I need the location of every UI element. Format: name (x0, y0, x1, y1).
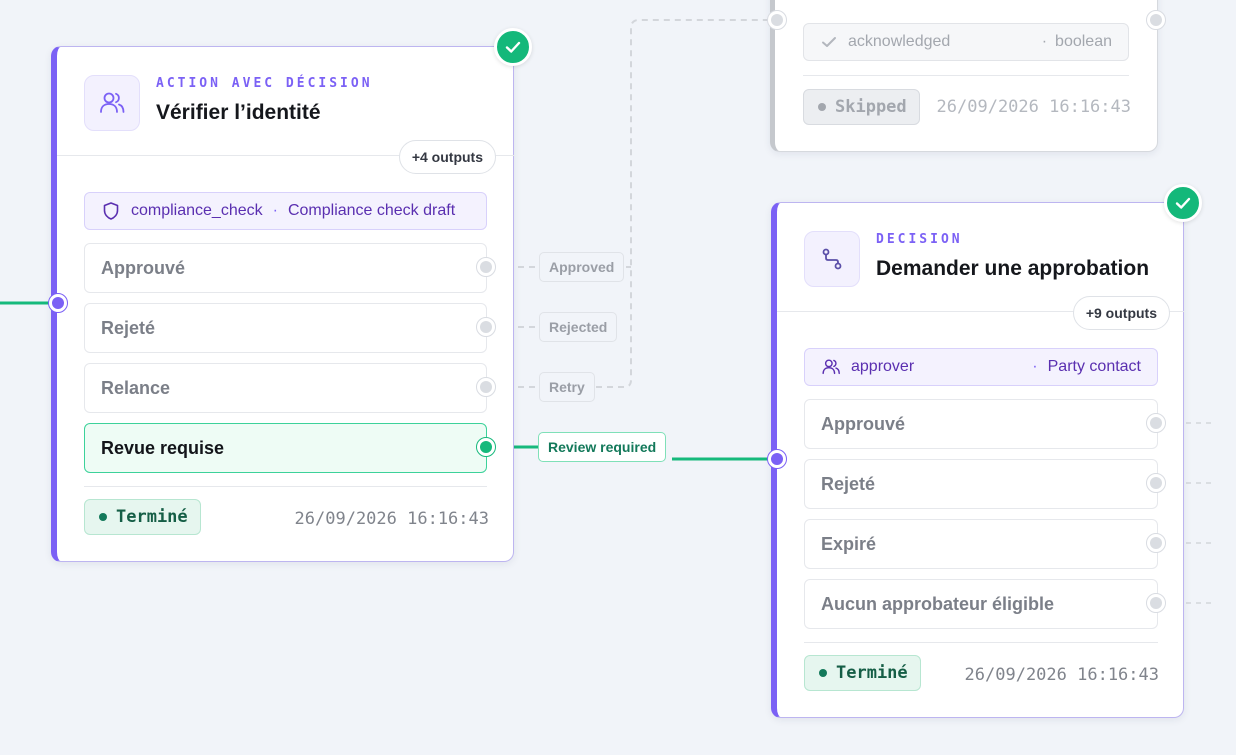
branch-rejete[interactable]: Rejeté (84, 303, 487, 353)
edge-label-retry[interactable]: Retry (539, 372, 595, 402)
node-kind: DECISION (876, 232, 963, 247)
users-icon (821, 357, 841, 377)
timestamp: 26/09/2026 16:16:43 (294, 509, 489, 529)
port-relance[interactable] (476, 377, 496, 397)
branch-label: Approuvé (821, 413, 906, 434)
timestamp: 26/09/2026 16:16:43 (964, 665, 1159, 685)
footer-divider (84, 486, 487, 487)
context-separator: · (1032, 358, 1038, 375)
edge-label-approved[interactable]: Approved (539, 252, 625, 282)
status-label: Skipped (835, 97, 907, 117)
node-request-approval[interactable]: DECISION Demander une approbation +9 out… (771, 202, 1184, 718)
status-badge: Skipped (803, 89, 920, 125)
edge-label-review-required[interactable]: Review required (538, 432, 667, 462)
node-skipped[interactable]: acknowledged · boolean Skipped 26/09/202… (770, 0, 1158, 152)
field-name: acknowledged (848, 33, 951, 50)
branch-label: Expiré (821, 533, 877, 554)
field-separator: · (1041, 33, 1048, 50)
context-separator: · (272, 202, 278, 219)
outputs-pill[interactable]: +4 outputs (398, 140, 496, 174)
branch-revue-requise[interactable]: Revue requise (84, 423, 487, 473)
node-kind: ACTION AVEC DÉCISION (156, 76, 373, 91)
context-value: Compliance check draft (287, 202, 456, 219)
branch-aucun-approbateur[interactable]: Aucun approbateur éligible (804, 579, 1158, 629)
branch-label: Approuvé (101, 257, 186, 278)
output-field: acknowledged · boolean (803, 23, 1129, 61)
route-icon (820, 247, 844, 271)
context-value: Party contact (1047, 358, 1141, 375)
context-name: compliance_check (131, 202, 263, 219)
node-icon-box (804, 231, 860, 287)
check-icon (1173, 193, 1193, 213)
completed-badge (494, 28, 532, 66)
footer-divider (804, 642, 1158, 643)
skipped-output-port[interactable] (1146, 10, 1166, 30)
verify-input-port[interactable] (48, 293, 68, 313)
timestamp: 26/09/2026 16:16:43 (936, 97, 1131, 117)
branch-label: Rejeté (821, 473, 876, 494)
status-dot (818, 103, 826, 111)
field-type: boolean (1055, 33, 1112, 50)
approval-input-port[interactable] (767, 449, 787, 469)
retry-edge-to-skipped (596, 19, 768, 388)
branch-label: Revue requise (101, 437, 225, 458)
edge-label-rejected[interactable]: Rejected (539, 312, 618, 342)
context-pill: compliance_check · Compliance check draf… (84, 192, 487, 230)
context-pill: approver · Party contact (804, 348, 1158, 386)
branch-label: Aucun approbateur éligible (821, 593, 1055, 614)
port-approuve[interactable] (1146, 413, 1166, 433)
branch-rejete[interactable]: Rejeté (804, 459, 1158, 509)
status-label: Terminé (116, 507, 188, 527)
outputs-pill[interactable]: +9 outputs (1072, 296, 1170, 330)
node-title: Vérifier l’identité (156, 101, 321, 124)
branch-approuve[interactable]: Approuvé (84, 243, 487, 293)
check-icon (820, 33, 838, 51)
port-rejete[interactable] (1146, 473, 1166, 493)
branch-relance[interactable]: Relance (84, 363, 487, 413)
skipped-input-port[interactable] (767, 10, 787, 30)
shield-icon (101, 201, 121, 221)
completed-badge (1164, 184, 1202, 222)
status-dot (99, 513, 107, 521)
node-icon-box (84, 75, 140, 131)
branch-label: Relance (101, 377, 171, 398)
footer-divider (803, 75, 1129, 76)
status-label: Terminé (836, 663, 908, 683)
node-title: Demander une approbation (876, 257, 1150, 280)
port-rejete[interactable] (476, 317, 496, 337)
check-icon (503, 37, 523, 57)
port-approuve[interactable] (476, 257, 496, 277)
context-name: approver (851, 358, 915, 375)
branch-expire[interactable]: Expiré (804, 519, 1158, 569)
port-expire[interactable] (1146, 533, 1166, 553)
branch-approuve[interactable]: Approuvé (804, 399, 1158, 449)
port-aucun-approbateur[interactable] (1146, 593, 1166, 613)
users-icon (98, 89, 126, 117)
port-revue-requise[interactable] (476, 437, 496, 457)
branch-label: Rejeté (101, 317, 156, 338)
status-badge: Terminé (804, 655, 921, 691)
status-badge: Terminé (84, 499, 201, 535)
status-dot (819, 669, 827, 677)
node-verify-identity[interactable]: ACTION AVEC DÉCISION Vérifier l’identité… (51, 46, 514, 562)
